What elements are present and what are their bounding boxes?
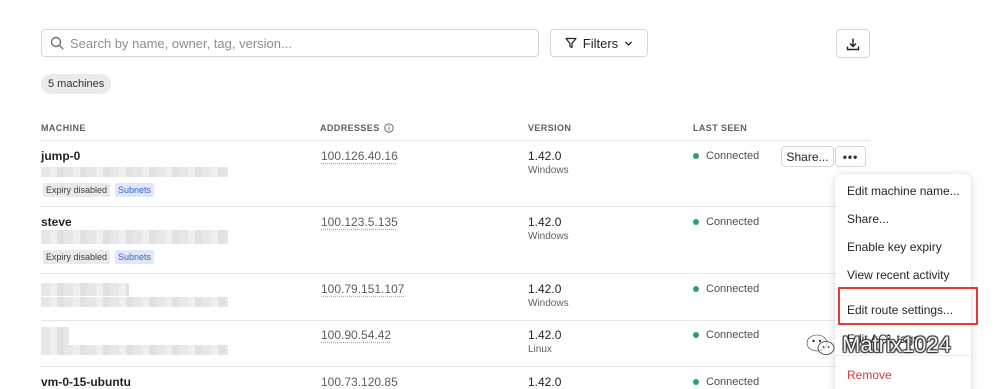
- column-header-version[interactable]: VERSION: [528, 123, 571, 133]
- menu-item-view-recent-activity[interactable]: View recent activity: [847, 268, 950, 282]
- column-header-machine-label: MACHINE: [41, 123, 86, 133]
- tag-expiry-disabled: Expiry disabled: [43, 250, 111, 264]
- redacted-owner: [41, 230, 228, 244]
- last-seen-status: Connected: [693, 329, 759, 341]
- info-icon[interactable]: [383, 123, 394, 133]
- status-label: Connected: [706, 376, 760, 388]
- row-divider: [41, 366, 870, 367]
- filter-icon: [565, 37, 577, 49]
- chevron-down-icon: [625, 41, 633, 46]
- machine-name[interactable]: vm-0-15-ubuntu: [41, 375, 131, 389]
- machine-name[interactable]: steve: [41, 215, 72, 229]
- status-label: Connected: [706, 150, 760, 162]
- redacted-machine-name: [41, 283, 129, 296]
- machine-os: Windows: [528, 231, 569, 242]
- machine-version: 1.42.0: [528, 149, 562, 163]
- filters-button[interactable]: Filters: [550, 29, 648, 57]
- machine-name[interactable]: jump-0: [41, 149, 80, 163]
- menu-item-enable-key-expiry[interactable]: Enable key expiry: [847, 240, 942, 254]
- search-input[interactable]: Search by name, owner, tag, version...: [41, 29, 539, 57]
- machine-count-badge: 5 machines: [41, 74, 112, 94]
- last-seen-status: Connected: [693, 376, 759, 388]
- download-button[interactable]: [836, 29, 870, 58]
- tag-expiry-disabled: Expiry disabled: [43, 183, 111, 197]
- last-seen-status: Connected: [693, 283, 759, 295]
- last-seen-status: Connected: [693, 216, 759, 228]
- menu-item-edit-machine-name[interactable]: Edit machine name...: [847, 184, 960, 198]
- row-divider: [41, 206, 870, 207]
- column-header-addresses[interactable]: ADDRESSES: [320, 123, 394, 133]
- share-button[interactable]: Share...: [781, 146, 834, 167]
- watermark: Matrix1024: [806, 332, 951, 358]
- redacted-owner: [41, 345, 228, 355]
- status-label: Connected: [706, 283, 760, 295]
- connected-dot: [693, 286, 699, 292]
- row-divider: [41, 320, 870, 321]
- machine-os: Linux: [528, 344, 552, 355]
- wechat-icon: [806, 334, 835, 355]
- search-icon: [50, 36, 64, 50]
- machine-version: 1.42.0: [528, 375, 562, 389]
- tag-subnets: Subnets: [115, 250, 155, 264]
- redacted-owner: [41, 167, 228, 177]
- machine-address[interactable]: 100.123.5.135: [321, 215, 398, 229]
- connected-dot: [693, 153, 699, 159]
- machine-address[interactable]: 100.73.120.85: [321, 375, 398, 389]
- connected-dot: [693, 332, 699, 338]
- column-header-addresses-label: ADDRESSES: [320, 123, 380, 133]
- connected-dot: [693, 219, 699, 225]
- machine-address[interactable]: 100.126.40.16: [321, 149, 398, 163]
- machine-address[interactable]: 100.79.151.107: [321, 282, 404, 296]
- connected-dot: [693, 379, 699, 385]
- column-header-last-seen-label: LAST SEEN: [693, 123, 748, 133]
- watermark-text: Matrix1024: [842, 332, 951, 357]
- column-header-last-seen[interactable]: LAST SEEN: [693, 123, 747, 133]
- menu-item-share[interactable]: Share...: [847, 212, 889, 226]
- row-divider: [41, 273, 870, 274]
- filters-label: Filters: [582, 35, 619, 51]
- status-label: Connected: [706, 216, 760, 228]
- status-label: Connected: [706, 329, 760, 341]
- redacted-owner: [41, 297, 228, 307]
- machine-os: Windows: [528, 298, 569, 309]
- machine-version: 1.42.0: [528, 328, 562, 342]
- more-actions-button[interactable]: •••: [835, 146, 866, 167]
- search-placeholder: Search by name, owner, tag, version...: [70, 35, 292, 51]
- machine-address[interactable]: 100.90.54.42: [321, 328, 391, 342]
- machine-version: 1.42.0: [528, 215, 562, 229]
- header-divider: [41, 140, 870, 141]
- last-seen-status: Connected: [693, 150, 759, 162]
- column-header-machine[interactable]: MACHINE: [41, 123, 86, 133]
- highlight-box: [838, 287, 978, 325]
- column-header-version-label: VERSION: [528, 123, 572, 133]
- redacted-machine-name: [41, 327, 69, 345]
- tag-subnets: Subnets: [115, 183, 155, 197]
- download-icon: [846, 38, 860, 50]
- machine-os: Windows: [528, 165, 569, 176]
- menu-item-remove[interactable]: Remove: [847, 368, 892, 382]
- machine-version: 1.42.0: [528, 282, 562, 296]
